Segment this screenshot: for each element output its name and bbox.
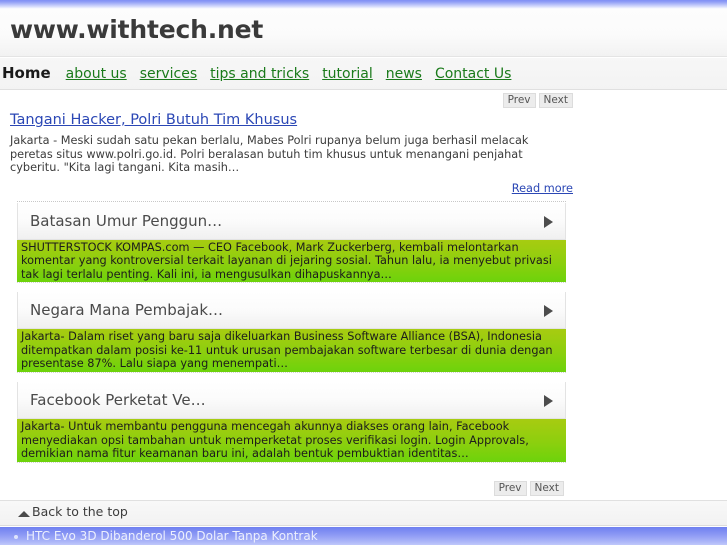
main-navigation: Home about us services tips and tricks tutor…	[0, 58, 727, 90]
nav-item-home: Home	[2, 64, 51, 82]
footer-highlight-panel: HTC Evo 3D Dibanderol 500 Dolar Tanpa Ko…	[0, 527, 727, 545]
back-to-top-bar[interactable]: Back to the top	[0, 501, 727, 526]
accordion-header[interactable]: Facebook Perketat Ve…	[17, 382, 566, 420]
top-pager: Prev Next	[0, 92, 575, 108]
accordion-panel: Negara Mana Pembajak… Jakarta- Dalam rise…	[17, 292, 566, 383]
accordion-panel: Batasan Umur Penggun… SHUTTERSTOCK KOMPAS…	[17, 202, 566, 293]
prev-button-bottom[interactable]: Prev	[493, 480, 527, 496]
next-button-bottom[interactable]: Next	[529, 480, 564, 496]
featured-article: Tangani Hacker, Polri Butuh Tim Khusus J…	[0, 108, 575, 195]
accordion-body-text: Jakarta- Untuk membantu pengguna mencega…	[21, 420, 529, 461]
nav-item-about-us[interactable]: about us	[66, 65, 127, 83]
nav-item-tutorial[interactable]: tutorial	[322, 65, 373, 83]
chevron-right-icon[interactable]	[544, 395, 553, 408]
nav-item-services[interactable]: services	[140, 65, 197, 83]
accordion-divider	[17, 282, 566, 293]
accordion-body: Jakarta- Untuk membantu pengguna mencega…	[17, 419, 566, 462]
accordion-title: Negara Mana Pembajak…	[30, 301, 224, 320]
read-more-row: Read more	[10, 182, 574, 195]
featured-article-title[interactable]: Tangani Hacker, Polri Butuh Tim Khusus	[10, 112, 297, 128]
nav-item-contact-us[interactable]: Contact Us	[435, 65, 511, 83]
chevron-right-icon[interactable]	[544, 305, 553, 318]
back-to-top-label[interactable]: Back to the top	[32, 504, 128, 519]
accordion-title: Facebook Perketat Ve…	[30, 391, 206, 410]
accordion-panel: Facebook Perketat Ve… Jakarta- Untuk memb…	[17, 382, 566, 472]
bullet-icon	[14, 535, 18, 539]
featured-article-body: Jakarta - Meski sudah satu pekan berlalu…	[10, 134, 529, 174]
nav-item-tips-and-tricks[interactable]: tips and tricks	[210, 65, 309, 83]
accordion-divider	[17, 372, 566, 383]
chevron-right-icon[interactable]	[544, 215, 553, 228]
accordion-header[interactable]: Negara Mana Pembajak…	[17, 292, 566, 330]
accordion-body-text: SHUTTERSTOCK KOMPAS.com — CEO Facebook, …	[21, 240, 552, 281]
accordion-body: Jakarta- Dalam riset yang baru saja dike…	[17, 329, 566, 373]
prev-button-top[interactable]: Prev	[502, 93, 536, 108]
nav-item-news[interactable]: news	[386, 65, 422, 83]
nav-list: Home about us services tips and tricks tutor…	[0, 64, 524, 83]
accordion-body-text: Jakarta- Dalam riset yang baru saja dike…	[21, 330, 553, 371]
accordion-body: SHUTTERSTOCK KOMPAS.com — CEO Facebook, …	[17, 239, 566, 283]
page-title: www.withtech.net	[10, 15, 264, 44]
bottom-pager-wrap: Prev Next	[17, 477, 566, 496]
top-accent-strip	[0, 0, 727, 9]
accordion-header[interactable]: Batasan Umur Penggun…	[17, 202, 566, 240]
next-button-top[interactable]: Next	[538, 93, 573, 108]
read-more-link[interactable]: Read more	[512, 182, 573, 195]
article-accordion: Batasan Umur Penggun… SHUTTERSTOCK KOMPAS…	[17, 200, 566, 472]
caret-up-icon	[18, 511, 30, 517]
accordion-divider	[17, 461, 566, 472]
main-content: Prev Next Tangani Hacker, Polri Butuh Tim…	[0, 92, 575, 496]
footer-list-item[interactable]: HTC Evo 3D Dibanderol 500 Dolar Tanpa Ko…	[26, 529, 318, 543]
site-header: www.withtech.net	[0, 9, 727, 57]
bottom-pager: Prev Next	[17, 480, 566, 496]
accordion-title: Batasan Umur Penggun…	[30, 211, 223, 230]
